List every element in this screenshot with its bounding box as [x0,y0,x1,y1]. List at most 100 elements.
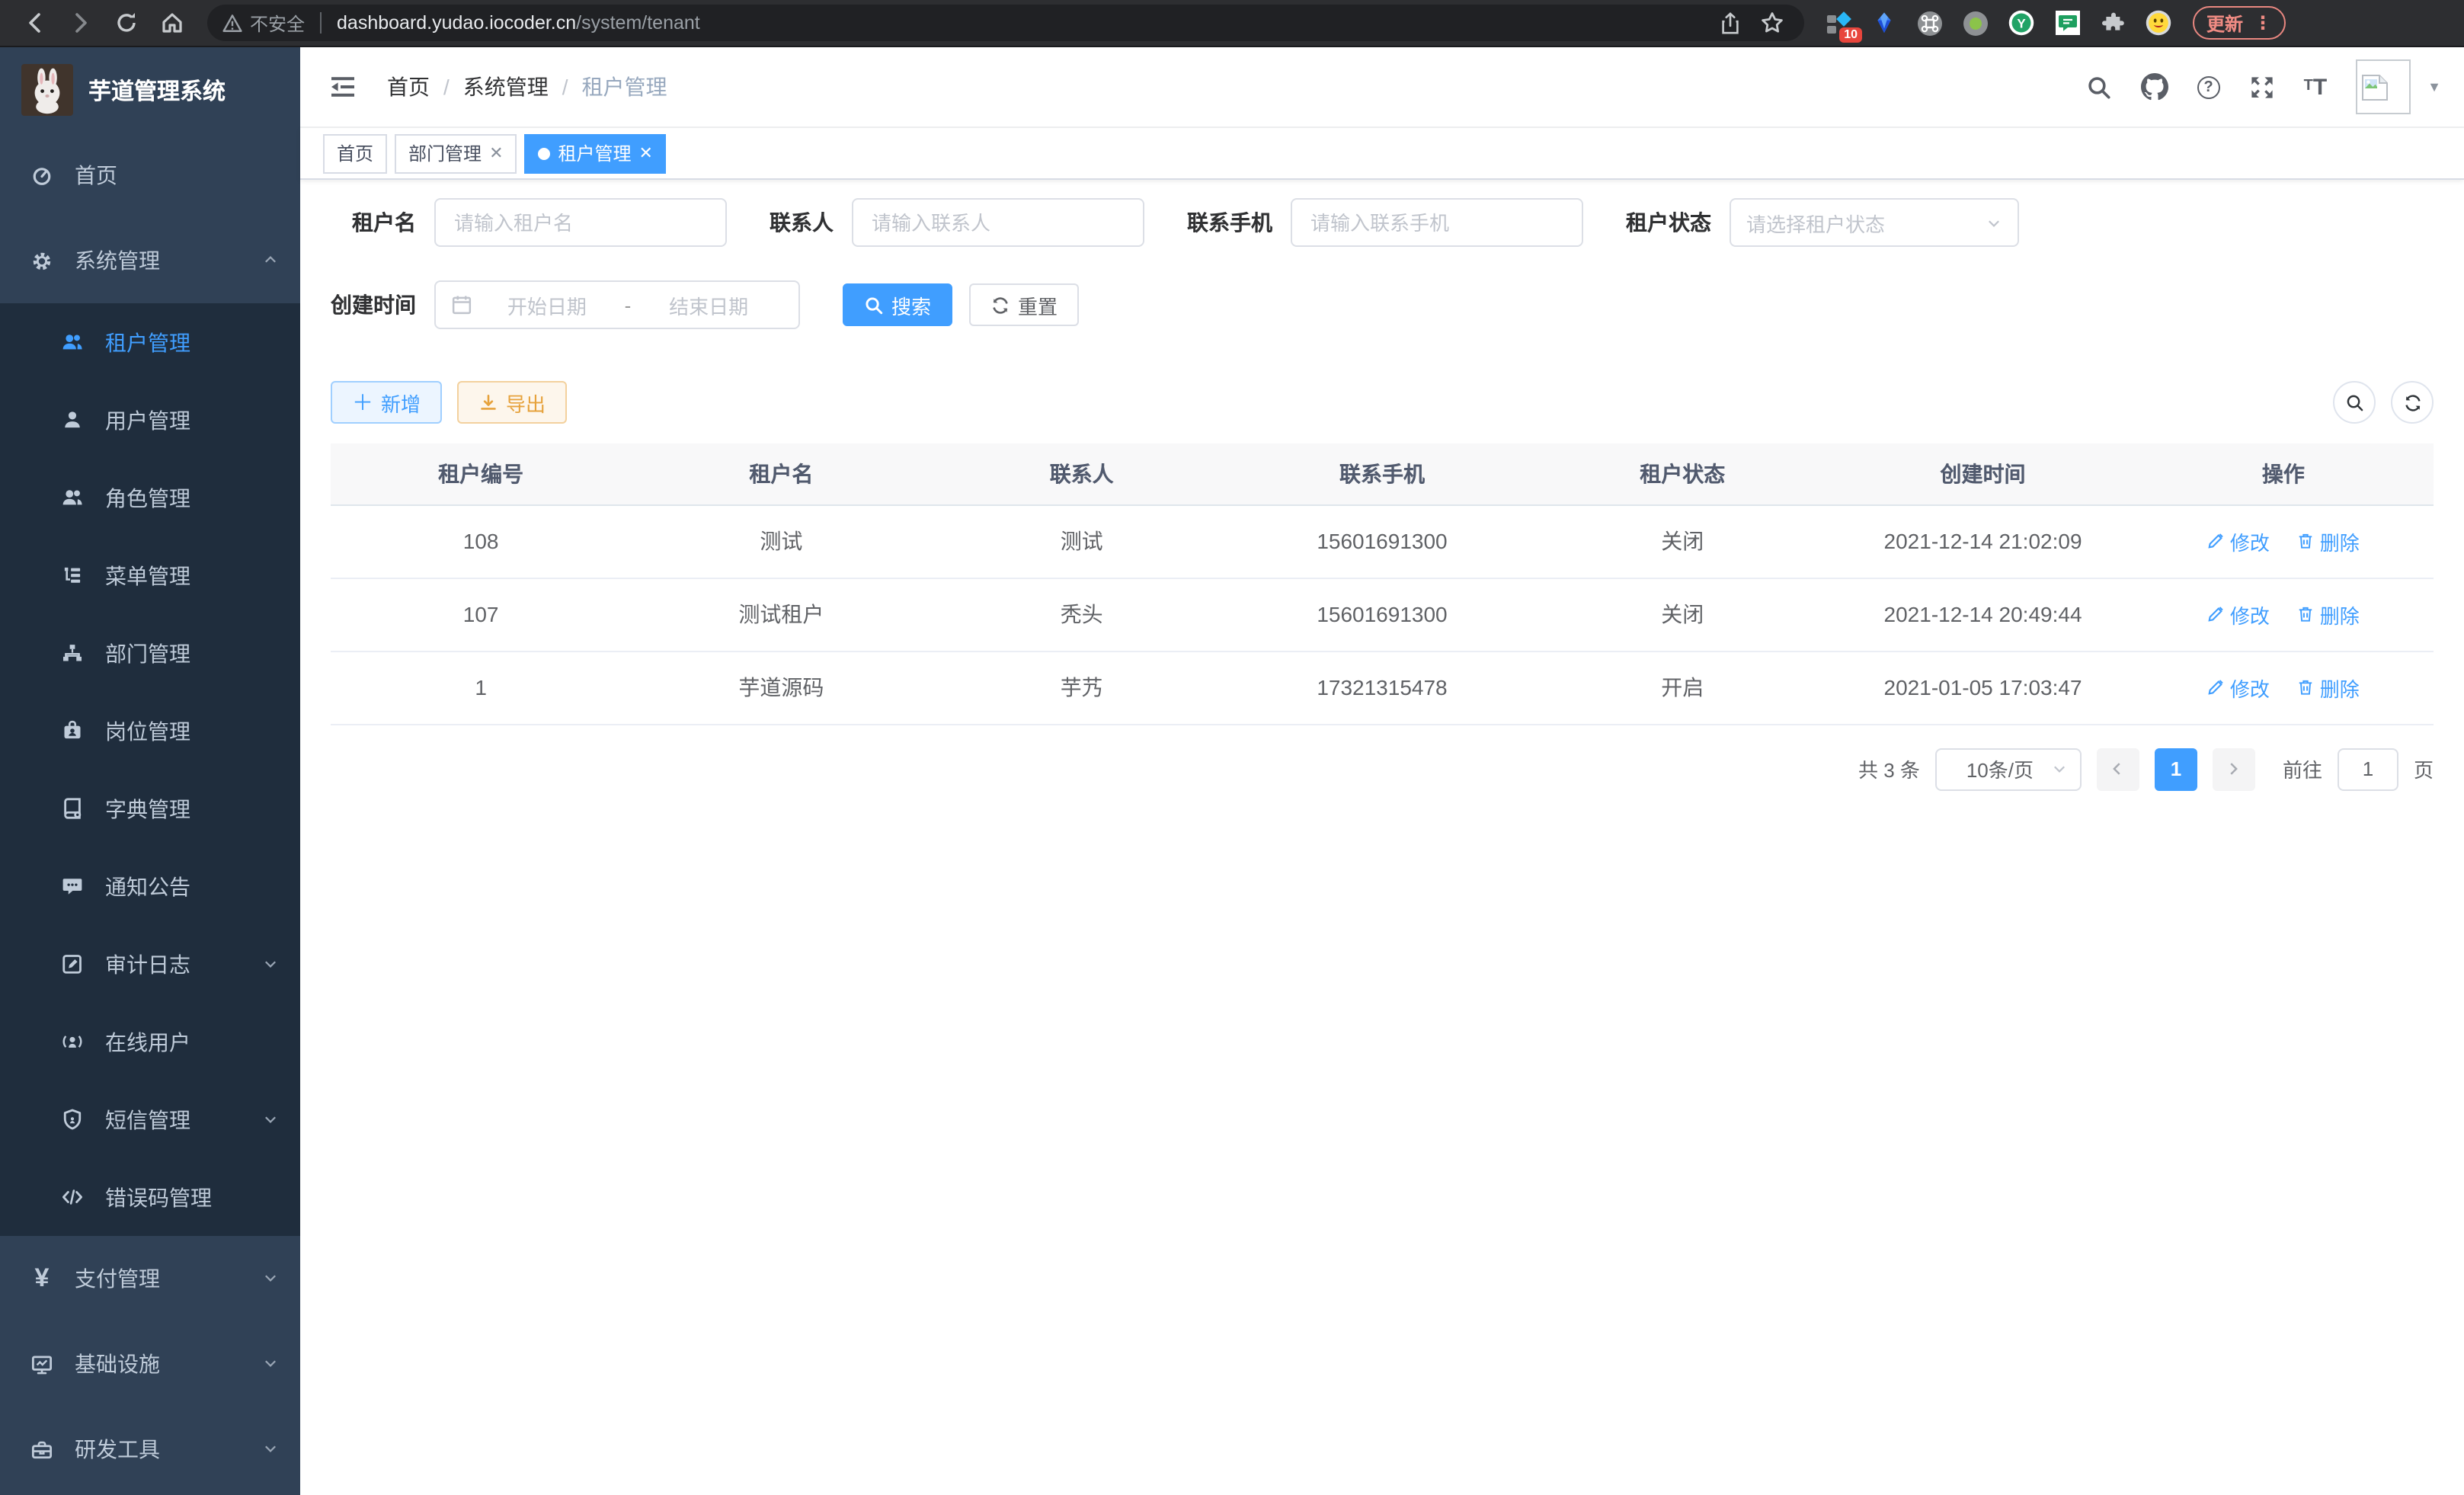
page-content: 租户名 联系人 联系手机 租户状态 请选择租户状态 [300,180,2464,821]
sidebar-collapse-button[interactable] [323,67,363,107]
header-search-icon[interactable] [2086,74,2112,100]
chevron-down-icon [262,1266,279,1291]
url-text: dashboard.yudao.iocoder.cn/system/tenant [337,12,1713,34]
app-navbar: 首页 / 系统管理 / 租户管理 ? [300,47,2464,128]
sidebar-item-post[interactable]: 岗位管理 [0,692,300,770]
shield-icon [61,1108,84,1131]
sidebar-item-error-code[interactable]: 错误码管理 [0,1158,300,1236]
export-button[interactable]: 导出 [457,381,567,424]
app-title: 芋道管理系统 [88,74,226,106]
contact-input[interactable] [852,198,1144,247]
browser-back-button[interactable] [12,5,58,41]
extension-command-icon[interactable] [1917,10,1943,36]
browser-home-button[interactable] [149,5,195,41]
address-bar[interactable]: 不安全 dashboard.yudao.iocoder.cn/system/te… [207,5,1804,41]
search-button[interactable]: 搜索 [843,283,952,326]
browser-forward-button[interactable] [58,5,104,41]
sidebar-item-audit-log[interactable]: 审计日志 [0,925,300,1003]
phone-input[interactable] [1291,198,1583,247]
toggle-search-button[interactable] [2333,381,2376,424]
tab-tenant[interactable]: 租户管理✕ [525,133,667,173]
sidebar-item-online-user[interactable]: 在线用户 [0,1003,300,1080]
close-icon[interactable]: ✕ [489,143,503,163]
sidebar-submenu-system: 租户管理 用户管理 角色管理 菜单管理 部门管理 [0,303,300,1236]
sidebar-item-tenant[interactable]: 租户管理 [0,303,300,381]
broken-image-icon [2360,72,2389,101]
trash-icon [2297,605,2315,623]
user-icon [61,408,84,431]
sidebar-item-user[interactable]: 用户管理 [0,381,300,459]
extension-tabs-icon[interactable]: 10 [1826,10,1851,36]
sidebar-item-dept[interactable]: 部门管理 [0,614,300,692]
profile-avatar-icon[interactable] [2146,10,2171,36]
extension-recorder-icon[interactable] [1963,10,1989,36]
avatar-caret-icon[interactable]: ▼ [2427,79,2441,94]
edit-pencil-icon [2207,678,2226,696]
sidebar-item-sms[interactable]: 短信管理 [0,1080,300,1158]
extension-chat-icon[interactable] [2054,10,2080,36]
extension-y-icon[interactable]: Y [2008,10,2034,36]
browser-reload-button[interactable] [104,5,149,41]
goto-page-input[interactable] [2338,748,2398,790]
page-number-button[interactable]: 1 [2155,748,2197,790]
prev-page-button[interactable] [2097,748,2139,790]
browser-menu-icon[interactable]: ⋮ [2254,14,2272,32]
add-button[interactable]: ＋ 新增 [331,381,442,424]
extensions-puzzle-icon[interactable] [2100,10,2126,36]
tags-view: 首页 部门管理✕ 租户管理✕ [300,128,2464,180]
tenant-users-icon [61,331,84,354]
delete-link[interactable]: 删除 [2297,527,2360,555]
sidebar-item-home[interactable]: 首页 [0,133,300,218]
tab-dept[interactable]: 部门管理✕ [395,133,517,173]
close-icon[interactable]: ✕ [639,143,653,163]
tenant-name-input[interactable] [434,198,727,247]
extensions-area: 10 Y [1826,10,2171,36]
breadcrumb-home[interactable]: 首页 [387,72,430,102]
sidebar-item-infra[interactable]: 基础设施 [0,1321,300,1407]
chevron-down-icon [262,1352,279,1376]
start-date-placeholder: 开始日期 [472,290,622,319]
sidebar-item-dict[interactable]: 字典管理 [0,770,300,847]
extension-badge: 10 [1839,27,1862,42]
browser-update-button[interactable]: 更新 ⋮ [2193,6,2286,40]
sidebar-item-system[interactable]: 系统管理 [0,218,300,303]
refresh-icon [2402,392,2422,412]
status-label: 租户状态 [1626,207,1711,238]
extension-kite-icon[interactable] [1871,10,1897,36]
edit-link[interactable]: 修改 [2207,673,2270,702]
font-size-icon[interactable]: TT [2304,75,2328,98]
status-select[interactable]: 请选择租户状态 [1730,198,2019,247]
sidebar-item-notice[interactable]: 通知公告 [0,847,300,925]
tab-home[interactable]: 首页 [323,133,387,173]
refresh-table-button[interactable] [2391,381,2434,424]
sidebar-item-menu[interactable]: 菜单管理 [0,536,300,614]
status-text: 关闭 [1532,578,1832,651]
page-size-select[interactable]: 10条/页 [1935,748,2082,790]
trash-icon [2297,532,2315,550]
next-page-button[interactable] [2213,748,2255,790]
github-icon[interactable] [2141,73,2168,101]
help-icon[interactable]: ? [2197,75,2220,98]
edit-link[interactable]: 修改 [2207,600,2270,629]
sidebar: 芋道管理系统 首页 系统管理 租户管理 用户管理 [0,47,300,1495]
delete-link[interactable]: 删除 [2297,600,2360,629]
sidebar-item-role[interactable]: 角色管理 [0,459,300,536]
menu-tree-icon [61,564,84,587]
edit-link[interactable]: 修改 [2207,527,2270,555]
breadcrumb-system[interactable]: 系统管理 [463,72,549,102]
sidebar-item-pay[interactable]: ¥ 支付管理 [0,1236,300,1321]
chevron-down-icon [262,1107,279,1132]
bookmark-star-icon[interactable] [1755,5,1789,41]
user-avatar[interactable] [2356,59,2411,114]
contact-label: 联系人 [770,207,834,238]
fullscreen-icon[interactable] [2249,74,2275,100]
reset-button[interactable]: 重置 [969,283,1079,326]
date-range-picker[interactable]: 开始日期 - 结束日期 [434,280,800,329]
divider [320,12,322,34]
col-status: 租户状态 [1532,443,1832,504]
share-icon[interactable] [1713,5,1746,41]
security-status[interactable]: 不安全 [222,10,305,36]
total-count: 共 3 条 [1858,754,1920,783]
sidebar-item-devtools[interactable]: 研发工具 [0,1407,300,1492]
delete-link[interactable]: 删除 [2297,673,2360,702]
